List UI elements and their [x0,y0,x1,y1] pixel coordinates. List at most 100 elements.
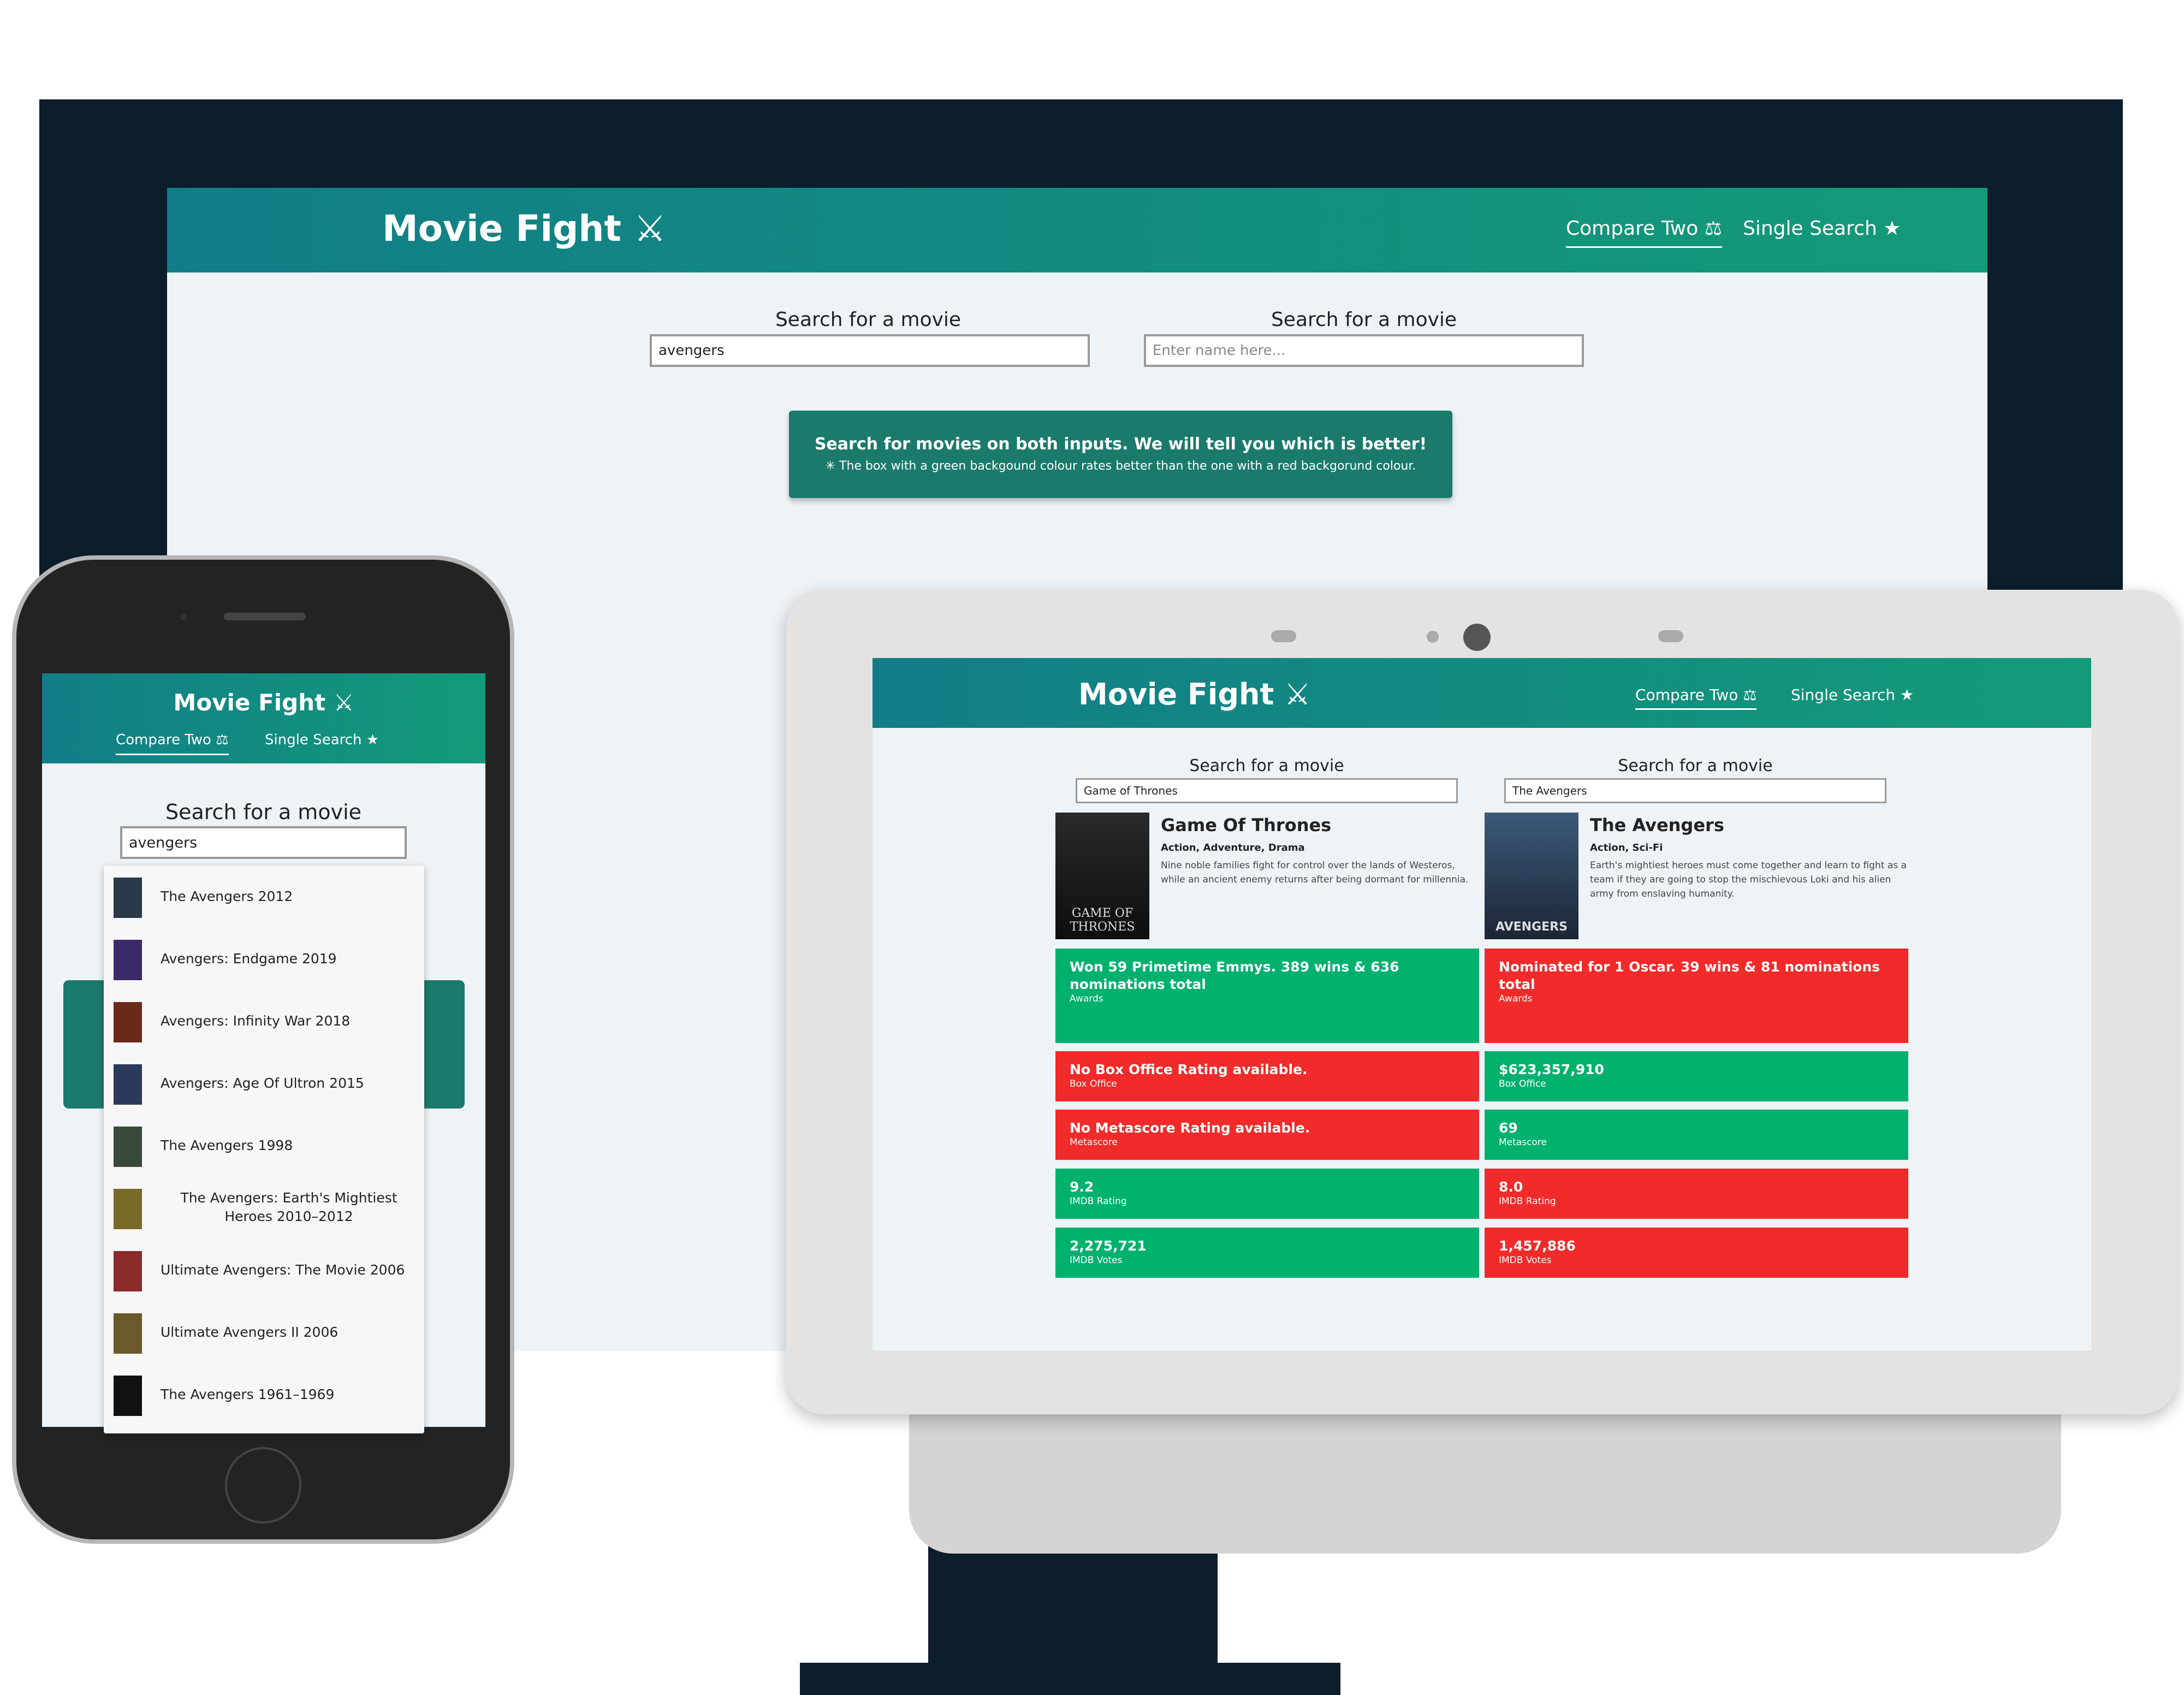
dropdown-result[interactable]: Avengers: Age Of Ultron 2015 [104,1052,424,1115]
result-poster-thumbnail [114,1189,142,1229]
result-poster-thumbnail [114,878,142,918]
result-title: Avengers: Age Of Ultron 2015 [161,1075,364,1091]
result-title: The Avengers: Earth's Mightiest Heroes 2… [180,1190,397,1224]
result-poster-thumbnail [114,1251,142,1291]
stat-awards-left: Won 59 Primetime Emmys. 389 wins & 636 n… [1055,949,1479,1043]
monitor-stand-base [800,1663,1340,1695]
stat-metascore-left: No Metascore Rating available. Metascore [1055,1110,1479,1160]
hub-speaker-base [909,1412,2061,1554]
stat-metascore-right: 69 Metascore [1485,1110,1908,1160]
stat-label: IMDB Rating [1070,1196,1127,1207]
nav-compare-two[interactable]: Compare Two ⚖ [1635,686,1757,710]
hub-sensor-left [1271,630,1296,642]
dropdown-result[interactable]: The Avengers 1961–1969 [104,1364,424,1426]
movie-plot-right: Earth's mightiest heroes must come toget… [1590,860,1907,899]
stat-label: Awards [1070,993,1103,1004]
search-label: Search for a movie [165,800,361,824]
hub-sensor-right [1658,630,1683,642]
nav-single-search[interactable]: Single Search ★ [1743,217,1901,240]
right-search-input[interactable]: The Avengers [1504,778,1886,803]
stat-label: IMDB Rating [1499,1196,1556,1207]
stat-label: IMDB Votes [1070,1255,1123,1266]
result-title: The Avengers 1961–1969 [161,1386,335,1402]
instructions-notice: Search for movies on both inputs. We wil… [789,411,1452,498]
phone-camera [180,614,187,620]
stat-value: 9.2 [1070,1179,1094,1195]
left-search-input[interactable]: Game of Thrones [1076,778,1458,803]
hub-camera [1463,624,1491,651]
notice-subtitle: ✳ The box with a green backgound colour … [825,459,1416,473]
right-search-label: Search for a movie [1271,309,1457,331]
stat-box-office-left: No Box Office Rating available. Box Offi… [1055,1051,1479,1101]
stat-value: 2,275,721 [1070,1238,1147,1254]
stat-imdb-votes-right: 1,457,886 IMDB Votes [1485,1228,1908,1278]
nav-single-search[interactable]: Single Search ★ [265,732,379,748]
right-search-input[interactable]: Enter name here... [1144,334,1584,367]
movie-poster-left: GAME OF THRONES [1055,813,1149,939]
app-logo[interactable]: Movie Fight ⚔ [1078,677,1311,712]
nav-single-search[interactable]: Single Search ★ [1791,686,1914,704]
dropdown-result[interactable]: The Avengers: Earth's Mightiest Heroes 2… [104,1177,424,1239]
stat-value: Won 59 Primetime Emmys. 389 wins & 636 n… [1070,959,1399,992]
stat-label: IMDB Votes [1499,1255,1552,1266]
dropdown-result[interactable]: The Avengers 1998 [104,1115,424,1177]
result-poster-thumbnail [114,1127,142,1167]
poster-logo-text: AVENGERS [1495,920,1568,934]
dropdown-result[interactable]: Ultimate Avengers II 2006 [104,1301,424,1364]
nav-compare-two[interactable]: Compare Two ⚖ [116,732,229,755]
stat-label: Awards [1499,993,1533,1004]
stat-label: Metascore [1499,1137,1547,1148]
hub-light-sensor [1427,631,1439,643]
result-title: Avengers: Infinity War 2018 [161,1013,351,1029]
movie-title-right: The Avengers [1590,815,1724,835]
stat-label: Box Office [1499,1078,1546,1089]
stat-value: $623,357,910 [1499,1062,1604,1077]
result-title: The Avengers 1998 [161,1137,293,1153]
movie-genre-right: Action, Sci-Fi [1590,842,1663,854]
app-logo[interactable]: Movie Fight ⚔ [42,689,485,716]
result-title: Ultimate Avengers: The Movie 2006 [161,1262,405,1278]
dropdown-result[interactable]: Avengers: Endgame 2019 [104,928,424,990]
result-title: Avengers: Endgame 2019 [161,951,337,967]
left-search-label: Search for a movie [1189,756,1344,775]
app-logo[interactable]: Movie Fight ⚔ [382,208,666,250]
movie-title-left: Game Of Thrones [1161,815,1332,835]
stat-value: Nominated for 1 Oscar. 39 wins & 81 nomi… [1499,959,1880,992]
stat-value: 1,457,886 [1499,1238,1576,1254]
notice-title: Search for movies on both inputs. We wil… [814,435,1427,454]
result-poster-thumbnail [114,1064,142,1105]
stat-imdb-rating-right: 8.0 IMDB Rating [1485,1169,1908,1219]
dropdown-result[interactable]: The Avengers 2012 [104,866,424,928]
stat-value: 69 [1499,1120,1518,1136]
stat-label: Metascore [1070,1137,1118,1148]
result-title: Ultimate Avengers II 2006 [161,1324,339,1340]
stat-value: No Box Office Rating available. [1070,1062,1308,1077]
phone-header [42,673,485,763]
right-search-label: Search for a movie [1618,756,1773,775]
stat-value: 8.0 [1499,1179,1523,1195]
left-search-input[interactable]: avengers [650,334,1090,367]
nav-compare-two[interactable]: Compare Two ⚖ [1566,217,1722,248]
stat-box-office-right: $623,357,910 Box Office [1485,1051,1908,1101]
autocomplete-dropdown: The Avengers 2012 Avengers: Endgame 2019… [104,866,424,1433]
dropdown-result[interactable]: Avengers: Infinity War 2018 [104,990,424,1052]
left-search-label: Search for a movie [775,309,962,331]
movie-genre-left: Action, Adventure, Drama [1161,842,1305,854]
result-poster-thumbnail [114,940,142,980]
stat-value: No Metascore Rating available. [1070,1120,1310,1136]
result-title: The Avengers 2012 [161,888,293,904]
phone-home-button[interactable] [225,1447,301,1524]
stat-imdb-votes-left: 2,275,721 IMDB Votes [1055,1228,1479,1278]
stat-imdb-rating-left: 9.2 IMDB Rating [1055,1169,1479,1219]
movie-plot-left: Nine noble families fight for control ov… [1161,860,1469,885]
stat-label: Box Office [1070,1078,1117,1089]
result-poster-thumbnail [114,1313,142,1354]
result-poster-thumbnail [114,1002,142,1042]
dropdown-result[interactable]: Ultimate Avengers: The Movie 2006 [104,1239,424,1301]
movie-poster-right: AVENGERS [1485,813,1578,939]
stat-awards-right: Nominated for 1 Oscar. 39 wins & 81 nomi… [1485,949,1908,1043]
result-poster-thumbnail [114,1376,142,1416]
phone-speaker [224,613,306,620]
poster-logo-text: GAME OF THRONES [1070,906,1135,934]
search-input[interactable]: avengers [120,826,407,859]
